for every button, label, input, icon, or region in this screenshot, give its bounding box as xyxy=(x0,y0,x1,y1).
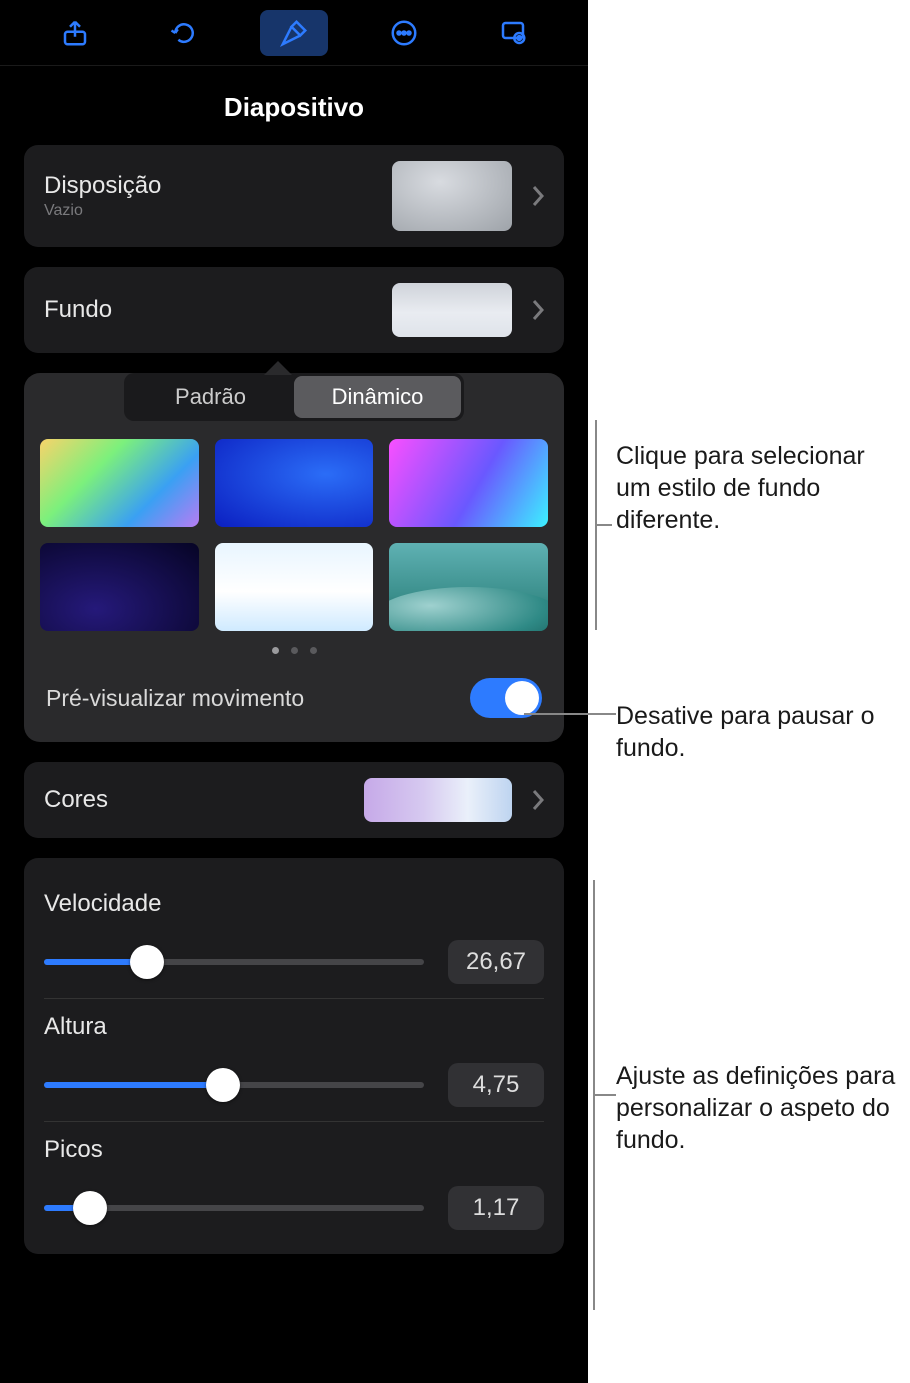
background-style-grid xyxy=(40,439,548,631)
tab-padrao[interactable]: Padrão xyxy=(127,376,294,418)
callout-styles: Clique para selecionar um estilo de fund… xyxy=(616,440,896,536)
layout-section: Disposição Vazio xyxy=(24,145,564,247)
chevron-right-icon xyxy=(532,299,544,321)
preview-motion-row: Pré-visualizar movimento xyxy=(40,672,548,722)
slider-handle[interactable] xyxy=(206,1068,240,1102)
switch-knob xyxy=(505,681,539,715)
picos-slider[interactable] xyxy=(44,1205,424,1211)
layout-label: Disposição xyxy=(44,172,392,200)
slider-label: Altura xyxy=(44,1013,544,1041)
page-title: Diapositivo xyxy=(0,66,588,145)
sliders-section: Velocidade 26,67 Altura 4,75 Picos xyxy=(24,858,564,1254)
velocidade-value[interactable]: 26,67 xyxy=(448,940,544,984)
altura-slider[interactable] xyxy=(44,1082,424,1088)
format-icon[interactable] xyxy=(260,10,328,56)
bg-style-white-cloud[interactable] xyxy=(215,543,374,631)
tab-dinamico[interactable]: Dinâmico xyxy=(294,376,461,418)
bg-style-deep-blue[interactable] xyxy=(215,439,374,527)
slider-label: Picos xyxy=(44,1136,544,1164)
fundo-label: Fundo xyxy=(44,296,392,324)
slider-velocidade: Velocidade 26,67 xyxy=(44,876,544,998)
cores-section: Cores xyxy=(24,762,564,838)
picos-value[interactable]: 1,17 xyxy=(448,1186,544,1230)
popover-arrow xyxy=(264,361,292,375)
cores-label: Cores xyxy=(44,786,364,814)
layout-row[interactable]: Disposição Vazio xyxy=(24,145,564,247)
slider-label: Velocidade xyxy=(44,890,544,918)
bg-style-rainbow[interactable] xyxy=(40,439,199,527)
callout-line xyxy=(524,712,616,716)
slider-picos: Picos 1,17 xyxy=(44,1121,544,1244)
callout-bracket xyxy=(546,420,616,650)
share-icon[interactable] xyxy=(41,10,109,56)
layout-sublabel: Vazio xyxy=(44,202,392,220)
fundo-thumbnail xyxy=(392,283,512,337)
bg-style-nebula[interactable] xyxy=(40,543,199,631)
callout-switch: Desative para pausar o fundo. xyxy=(616,700,896,764)
toolbar xyxy=(0,0,588,66)
velocidade-slider[interactable] xyxy=(44,959,424,965)
bg-style-teal-hills[interactable] xyxy=(389,543,548,631)
bg-style-magenta-cyan[interactable] xyxy=(389,439,548,527)
preview-motion-label: Pré-visualizar movimento xyxy=(46,685,470,712)
chevron-right-icon xyxy=(532,185,544,207)
page-dot xyxy=(310,647,317,654)
page-indicator[interactable] xyxy=(40,647,548,654)
undo-icon[interactable] xyxy=(150,10,218,56)
page-dot xyxy=(272,647,279,654)
more-icon[interactable] xyxy=(370,10,438,56)
callout-sliders: Ajuste as definições para personalizar o… xyxy=(616,1060,906,1156)
fundo-row[interactable]: Fundo xyxy=(24,267,564,353)
cores-row[interactable]: Cores xyxy=(24,762,564,838)
callout-bracket xyxy=(570,880,620,1320)
style-segmented-control[interactable]: Padrão Dinâmico xyxy=(124,373,464,421)
page-dot xyxy=(291,647,298,654)
inspector-panel: Diapositivo Disposição Vazio Fundo xyxy=(0,0,588,1383)
presenter-icon[interactable] xyxy=(479,10,547,56)
layout-thumbnail xyxy=(392,161,512,231)
chevron-right-icon xyxy=(532,789,544,811)
fundo-section: Fundo xyxy=(24,267,564,353)
altura-value[interactable]: 4,75 xyxy=(448,1063,544,1107)
slider-handle[interactable] xyxy=(130,945,164,979)
slider-handle[interactable] xyxy=(73,1191,107,1225)
cores-swatch xyxy=(364,778,512,822)
slider-altura: Altura 4,75 xyxy=(44,998,544,1121)
fundo-popover: Padrão Dinâmico Pré-visualizar movimento xyxy=(24,373,564,742)
